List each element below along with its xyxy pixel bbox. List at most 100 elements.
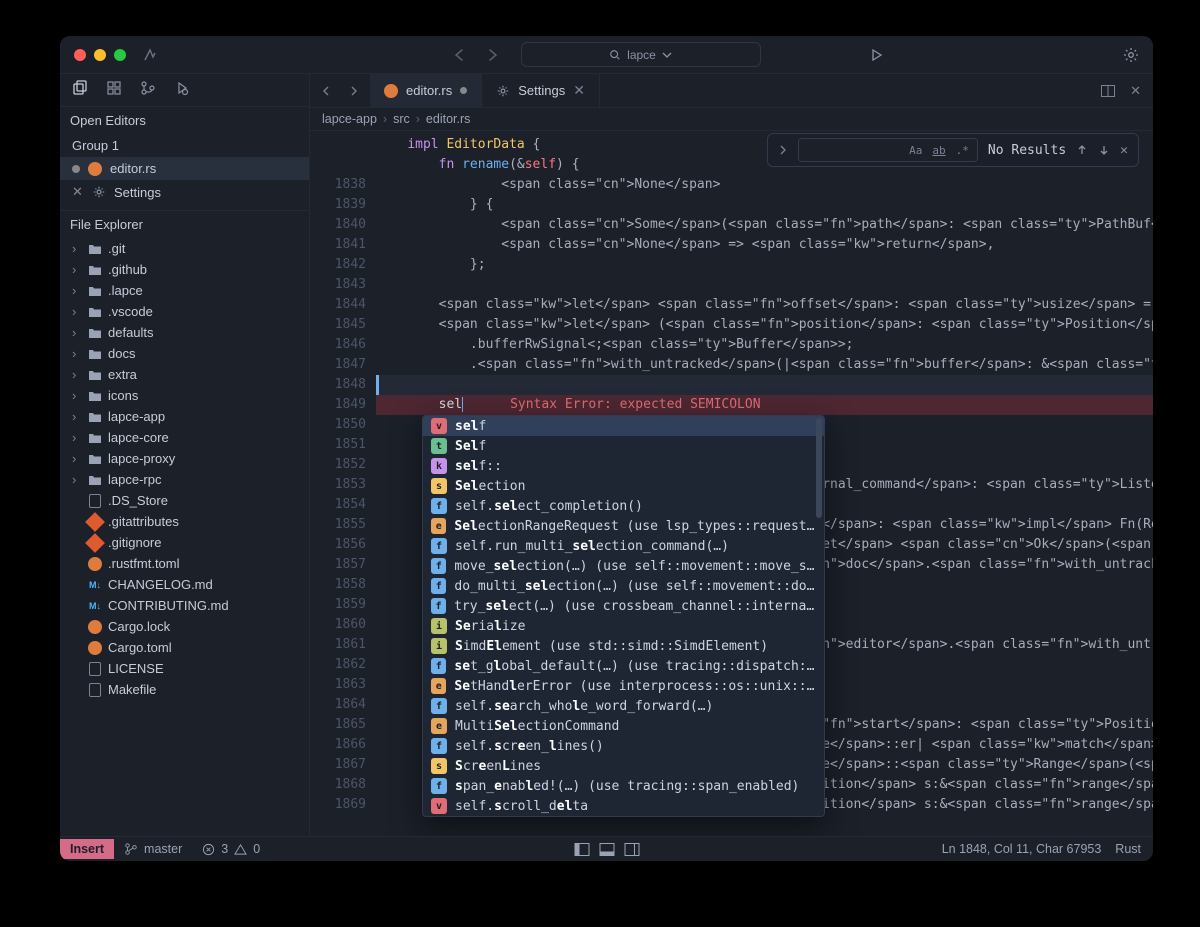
cursor-position[interactable]: Ln 1848, Col 11, Char 67953 <box>942 842 1102 856</box>
chevron-right-icon: › <box>72 451 82 466</box>
folder-icon <box>88 453 102 465</box>
completion-item[interactable]: iSerialize <box>423 616 824 636</box>
completion-kind-icon: s <box>431 478 447 494</box>
file-row[interactable]: .DS_Store <box>60 490 309 511</box>
folder-icon <box>88 411 102 423</box>
completion-item[interactable]: fmove_selection(…) (use self::movement::… <box>423 556 824 576</box>
completion-item[interactable]: ftry_select(…) (use crossbeam_channel::i… <box>423 596 824 616</box>
completion-item[interactable]: fdo_multi_selection(…) (use self::moveme… <box>423 576 824 596</box>
expand-find-icon[interactable] <box>778 145 788 155</box>
scrollbar[interactable] <box>816 418 822 518</box>
panel-layout-icon[interactable] <box>599 843 614 856</box>
code-completion-popup[interactable]: vselftSelfkself::sSelectionfself.select_… <box>422 415 825 817</box>
close-panel-icon[interactable]: ✕ <box>1130 83 1141 99</box>
folder-icon <box>88 432 102 444</box>
completion-item[interactable]: eSetHandlerError (use interprocess::os::… <box>423 676 824 696</box>
completion-item[interactable]: sSelection <box>423 476 824 496</box>
run-button[interactable] <box>869 48 883 62</box>
nav-forward-icon[interactable] <box>485 48 499 62</box>
window-minimize[interactable] <box>94 49 106 61</box>
explorer-tab-icon[interactable] <box>72 80 88 96</box>
file-row[interactable]: Makefile <box>60 679 309 700</box>
split-editor-icon[interactable] <box>1100 83 1116 99</box>
command-search[interactable]: lapce <box>521 42 761 67</box>
folder-row[interactable]: › lapce-app <box>60 406 309 427</box>
folder-row[interactable]: › .lapce <box>60 280 309 301</box>
git-file-icon <box>88 536 102 550</box>
gear-icon <box>496 84 510 98</box>
case-sensitive-toggle[interactable]: Aa <box>909 144 922 157</box>
tab-settings[interactable]: Settings ✕ <box>482 74 600 107</box>
rust-file-icon <box>88 162 102 176</box>
markdown-file-icon: M↓ <box>88 580 102 590</box>
breadcrumb[interactable]: lapce-app›src›editor.rs <box>310 108 1153 131</box>
debug-tab-icon[interactable] <box>174 80 190 96</box>
folder-row[interactable]: › .git <box>60 238 309 259</box>
completion-item[interactable]: fself.run_multi_selection_command(…) <box>423 536 824 556</box>
find-panel[interactable]: Aa ab .* No Results ✕ <box>767 133 1139 167</box>
find-next-icon[interactable] <box>1098 144 1110 156</box>
file-row[interactable]: Cargo.toml <box>60 637 309 658</box>
completion-item[interactable]: fself.select_completion() <box>423 496 824 516</box>
completion-item[interactable]: iSimdElement (use std::simd::SimdElement… <box>423 636 824 656</box>
file-row[interactable]: M↓CHANGELOG.md <box>60 574 309 595</box>
folder-row[interactable]: › docs <box>60 343 309 364</box>
folder-row[interactable]: › icons <box>60 385 309 406</box>
file-row[interactable]: .gitignore <box>60 532 309 553</box>
file-row[interactable]: Cargo.lock <box>60 616 309 637</box>
modified-dot-icon <box>72 165 80 173</box>
nav-back-icon[interactable] <box>453 48 467 62</box>
panel-layout-icon[interactable] <box>574 843 589 856</box>
close-find-icon[interactable]: ✕ <box>1120 143 1128 158</box>
open-editors-header: Open Editors <box>60 107 309 134</box>
whole-word-toggle[interactable]: ab <box>932 144 945 157</box>
file-row[interactable]: LICENSE <box>60 658 309 679</box>
git-branch[interactable]: master <box>114 842 192 856</box>
chevron-down-icon <box>662 50 672 60</box>
completion-kind-icon: f <box>431 578 446 594</box>
completion-item[interactable]: fself.screen_lines() <box>423 736 824 756</box>
find-input[interactable]: Aa ab .* <box>798 138 978 162</box>
find-prev-icon[interactable] <box>1076 144 1088 156</box>
window-zoom[interactable] <box>114 49 126 61</box>
generic-file-icon <box>88 683 102 697</box>
open-editor-item[interactable]: ✕ Settings <box>60 180 309 204</box>
file-row[interactable]: .rustfmt.toml <box>60 553 309 574</box>
completion-item[interactable]: fset_global_default(…) (use tracing::dis… <box>423 656 824 676</box>
regex-toggle[interactable]: .* <box>956 144 969 157</box>
folder-row[interactable]: › .github <box>60 259 309 280</box>
file-row[interactable]: M↓CONTRIBUTING.md <box>60 595 309 616</box>
completion-item[interactable]: fspan_enabled!(…) (use tracing::span_ena… <box>423 776 824 796</box>
close-icon[interactable]: ✕ <box>573 82 585 99</box>
completion-item[interactable]: fself.search_whole_word_forward(…) <box>423 696 824 716</box>
folder-row[interactable]: › .vscode <box>60 301 309 322</box>
window-close[interactable] <box>74 49 86 61</box>
problems[interactable]: 3 0 <box>192 842 270 856</box>
chevron-right-icon: › <box>72 346 82 361</box>
folder-row[interactable]: › defaults <box>60 322 309 343</box>
completion-item[interactable]: vself <box>423 416 824 436</box>
completion-item[interactable]: kself:: <box>423 456 824 476</box>
folder-row[interactable]: › extra <box>60 364 309 385</box>
tab-next-icon[interactable] <box>348 86 358 96</box>
settings-icon[interactable] <box>1123 47 1139 63</box>
tab-prev-icon[interactable] <box>322 86 332 96</box>
tab-editor[interactable]: editor.rs <box>370 74 482 107</box>
completion-item[interactable]: eSelectionRangeRequest (use lsp_types::r… <box>423 516 824 536</box>
open-editor-item[interactable]: editor.rs <box>60 157 309 180</box>
completion-item[interactable]: eMultiSelectionCommand <box>423 716 824 736</box>
folder-row[interactable]: › lapce-rpc <box>60 469 309 490</box>
extensions-tab-icon[interactable] <box>106 80 122 96</box>
completion-item[interactable]: sScreenLines <box>423 756 824 776</box>
folder-row[interactable]: › lapce-proxy <box>60 448 309 469</box>
completion-item[interactable]: tSelf <box>423 436 824 456</box>
source-control-tab-icon[interactable] <box>140 80 156 96</box>
language-mode[interactable]: Rust <box>1115 842 1141 856</box>
file-row[interactable]: .gitattributes <box>60 511 309 532</box>
search-icon <box>609 49 621 61</box>
folder-icon <box>88 327 102 339</box>
completion-item[interactable]: vself.scroll_delta <box>423 796 824 816</box>
panel-layout-icon[interactable] <box>624 843 639 856</box>
folder-row[interactable]: › lapce-core <box>60 427 309 448</box>
close-icon[interactable]: ✕ <box>72 184 84 200</box>
